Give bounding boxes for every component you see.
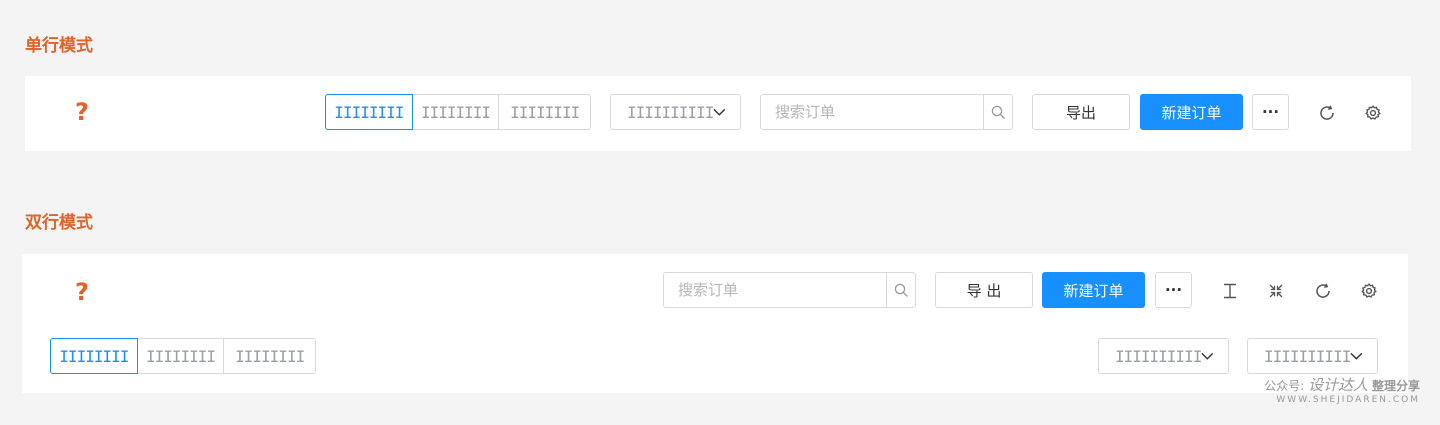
single-mode-title: 单行模式 (25, 36, 93, 56)
tab-1[interactable]: IIIIIIII (325, 94, 413, 130)
more-button[interactable]: ··· (1155, 272, 1192, 308)
more-button[interactable]: ··· (1252, 94, 1289, 130)
watermark-suffix: 整理分享 (1371, 379, 1420, 393)
tab-3[interactable]: IIIIIIII (224, 339, 315, 373)
search-icon (991, 105, 1005, 119)
double-mode-title: 双行模式 (25, 213, 93, 233)
double-filter-select-2[interactable]: IIIIIIIIII (1247, 338, 1378, 374)
select-value: IIIIIIIIII (1264, 346, 1351, 366)
double-tab-group: IIIIIIII IIIIIIII IIIIIIII (50, 338, 316, 374)
refresh-icon[interactable] (1312, 280, 1334, 302)
refresh-icon[interactable] (1316, 102, 1338, 124)
chevron-down-icon (1201, 352, 1214, 360)
create-order-button[interactable]: 新建订单 (1140, 94, 1243, 130)
export-button[interactable]: 导出 (1032, 94, 1130, 130)
settings-icon[interactable] (1358, 280, 1380, 302)
search-button[interactable] (886, 273, 915, 307)
double-filter-select-1[interactable]: IIIIIIIIII (1098, 338, 1229, 374)
tab-1[interactable]: IIIIIIII (50, 338, 138, 374)
create-order-button[interactable]: 新建订单 (1042, 272, 1145, 308)
watermark-name: 设计达人 (1308, 376, 1369, 394)
help-icon[interactable]: ? (75, 98, 89, 126)
single-filter-select[interactable]: IIIIIIIIII (610, 94, 741, 130)
search-input[interactable] (761, 95, 983, 129)
tab-3[interactable]: IIIIIIII (499, 95, 590, 129)
double-search (663, 272, 916, 308)
export-button[interactable]: 导 出 (935, 272, 1033, 308)
single-search (760, 94, 1013, 130)
help-icon[interactable]: ? (75, 278, 89, 306)
collapse-icon[interactable] (1265, 280, 1287, 302)
text-height-icon[interactable] (1219, 280, 1241, 302)
chevron-down-icon (1350, 352, 1363, 360)
select-value: IIIIIIIIII (1115, 346, 1202, 366)
watermark-prefix: 公众号: (1264, 379, 1305, 393)
search-icon (894, 283, 908, 297)
settings-icon[interactable] (1362, 102, 1384, 124)
single-tab-group: IIIIIIII IIIIIIII IIIIIIII (325, 94, 591, 130)
chevron-down-icon (713, 108, 726, 116)
watermark-url: WWW.SHEJIDAREN.COM (1276, 395, 1420, 405)
watermark: 公众号: 设计达人 整理分享 WWW.SHEJIDAREN.COM (1264, 374, 1420, 405)
tab-2[interactable]: IIIIIIII (413, 95, 500, 129)
tab-2[interactable]: IIIIIIII (138, 339, 225, 373)
search-button[interactable] (983, 95, 1012, 129)
single-mode-toolbar: ? IIIIIIII IIIIIIII IIIIIIII IIIIIIIIII … (25, 76, 1411, 151)
select-value: IIIIIIIIII (627, 102, 714, 122)
search-input[interactable] (664, 273, 886, 307)
double-mode-toolbar: ? 导 出 新建订单 ··· IIIIIIII IIIIIIII IIIIIII… (22, 254, 1408, 393)
